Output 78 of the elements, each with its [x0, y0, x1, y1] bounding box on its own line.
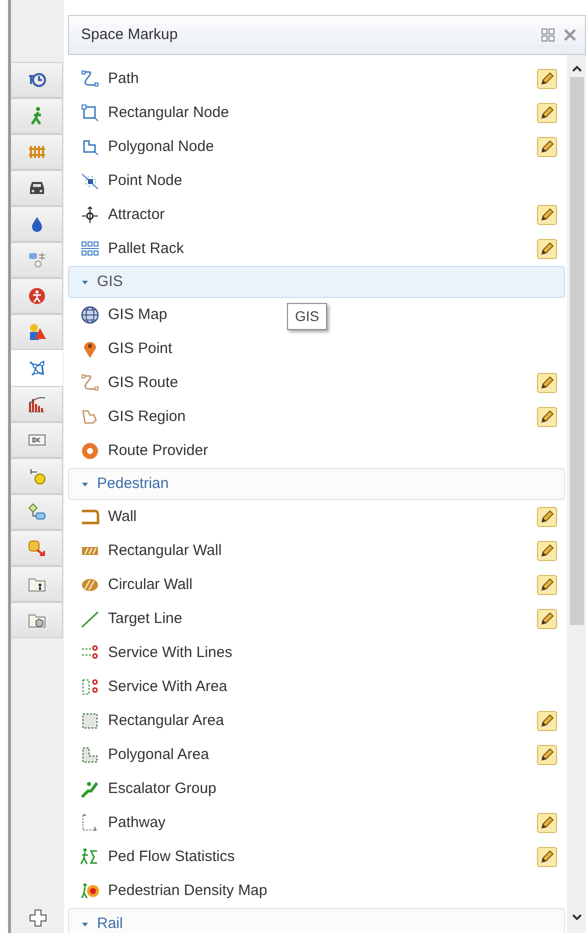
- pencil-icon[interactable]: [537, 373, 557, 393]
- palette-item[interactable]: Target Line: [108, 608, 182, 630]
- pencil-icon[interactable]: [537, 813, 557, 833]
- palette-item[interactable]: Wall: [108, 506, 137, 528]
- palette-item[interactable]: Rectangular Wall: [108, 540, 222, 562]
- grid-icon[interactable]: [541, 28, 555, 42]
- pencil-icon[interactable]: [537, 541, 557, 561]
- palette-item[interactable]: Circular Wall: [108, 574, 192, 596]
- crosshair-icon: [80, 205, 100, 225]
- pathway-icon: [80, 813, 100, 833]
- rectangle-node-icon: [80, 103, 100, 123]
- palette-item[interactable]: Rectangular Node: [108, 102, 229, 124]
- pencil-icon[interactable]: [537, 745, 557, 765]
- scrollbar-thumb[interactable]: [570, 77, 584, 625]
- section-header[interactable]: GIS: [68, 266, 565, 298]
- palette-item[interactable]: Pallet Rack: [108, 238, 184, 260]
- pencil-icon[interactable]: [537, 711, 557, 731]
- clock-icon: [26, 70, 46, 90]
- pencil-icon[interactable]: [537, 575, 557, 595]
- palette-item[interactable]: GIS Region: [108, 406, 186, 428]
- palette-item[interactable]: Service With Area: [108, 676, 228, 698]
- panel-title: Space Markup: [81, 24, 178, 45]
- heatmap-icon: [80, 881, 100, 901]
- palette-item[interactable]: Pedestrian Density Map: [108, 880, 268, 902]
- tooltip: GIS: [287, 303, 328, 330]
- side-tab[interactable]: [11, 314, 63, 350]
- pencil-icon[interactable]: [537, 507, 557, 527]
- section-header[interactable]: Rail: [68, 908, 565, 933]
- pencil-icon[interactable]: [537, 137, 557, 157]
- palette-item[interactable]: Polygonal Node: [108, 136, 214, 158]
- globe-icon: [80, 305, 100, 325]
- escalator-icon: [80, 779, 100, 799]
- pencil-icon[interactable]: [537, 239, 557, 259]
- close-icon[interactable]: [563, 28, 577, 42]
- palette-item[interactable]: Ped Flow Statistics: [108, 846, 235, 868]
- palette-item[interactable]: Polygonal Area: [108, 744, 209, 766]
- palette-item[interactable]: Escalator Group: [108, 778, 216, 800]
- dashed-polygon-icon: [80, 745, 100, 765]
- person-badge-icon: [26, 286, 46, 306]
- side-tab[interactable]: [11, 62, 63, 98]
- palette-item[interactable]: Pathway: [108, 812, 166, 834]
- side-tab[interactable]: [11, 206, 63, 242]
- palette-item[interactable]: Path: [108, 68, 139, 90]
- side-tab[interactable]: [11, 170, 63, 206]
- line-icon: [80, 609, 100, 629]
- palette-item[interactable]: Route Provider: [108, 440, 208, 462]
- network-icon: [26, 358, 46, 378]
- palette-item[interactable]: Rectangular Area: [108, 710, 224, 732]
- pencil-icon[interactable]: [537, 205, 557, 225]
- route-icon: [80, 373, 100, 393]
- palette-item[interactable]: GIS Point: [108, 338, 172, 360]
- flow-diamond-icon: [26, 502, 46, 522]
- palette-item[interactable]: Service With Lines: [108, 642, 232, 664]
- section-header[interactable]: Pedestrian: [68, 468, 565, 500]
- point-node-icon: [80, 171, 100, 191]
- wall-icon: [80, 507, 100, 527]
- scrollbar[interactable]: [567, 55, 586, 933]
- dotted-area-icon: [80, 677, 100, 697]
- side-tab[interactable]: [11, 278, 63, 314]
- plus-outline-icon[interactable]: [28, 908, 48, 928]
- path-icon: [80, 69, 100, 89]
- side-tab[interactable]: [11, 386, 63, 422]
- palette-item[interactable]: Point Node: [108, 170, 182, 192]
- dashed-square-icon: [80, 711, 100, 731]
- walker-sum-icon: [80, 847, 100, 867]
- chart-icon: [26, 394, 46, 414]
- pencil-icon[interactable]: [537, 609, 557, 629]
- palette-item[interactable]: GIS Map: [108, 304, 168, 326]
- scroll-down-icon[interactable]: [572, 913, 582, 921]
- pencil-icon[interactable]: [537, 103, 557, 123]
- pencil-icon[interactable]: [537, 407, 557, 427]
- side-tab[interactable]: [11, 422, 63, 458]
- palette-item[interactable]: Attractor: [108, 204, 165, 226]
- pencil-icon[interactable]: [537, 69, 557, 89]
- pencil-icon[interactable]: [537, 847, 557, 867]
- scroll-up-icon[interactable]: [572, 65, 582, 73]
- shapes-arrow-icon: [26, 538, 46, 558]
- palette-item[interactable]: GIS Route: [108, 372, 178, 394]
